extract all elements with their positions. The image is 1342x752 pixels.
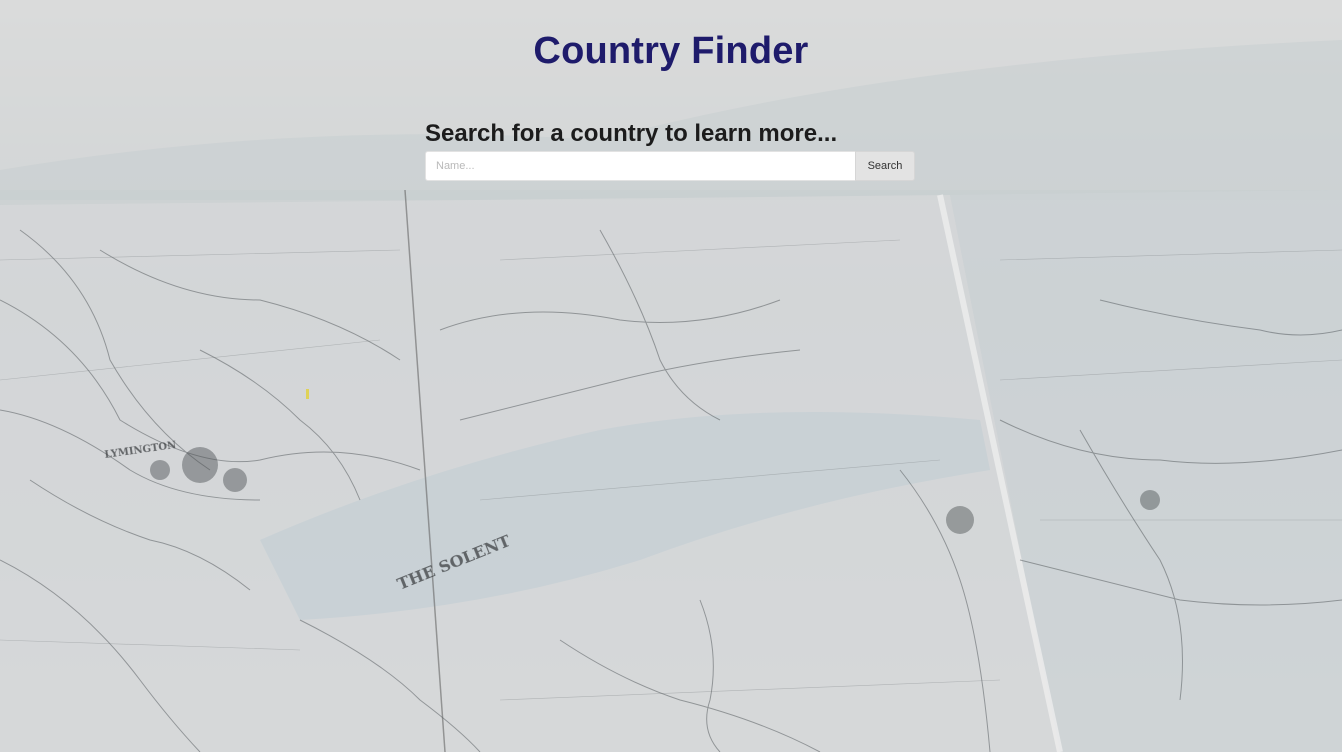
country-name-input[interactable]	[425, 151, 855, 181]
search-section: Search for a country to learn more... Se…	[425, 118, 915, 181]
search-button[interactable]: Search	[855, 151, 915, 181]
map-background-image: THE SOLENT LYMINGTON	[0, 0, 1342, 752]
search-prompt: Search for a country to learn more...	[425, 120, 838, 147]
page-title: Country Finder	[533, 30, 809, 72]
map-illustration: THE SOLENT LYMINGTON	[0, 0, 1342, 752]
search-bar: Search	[425, 151, 915, 181]
